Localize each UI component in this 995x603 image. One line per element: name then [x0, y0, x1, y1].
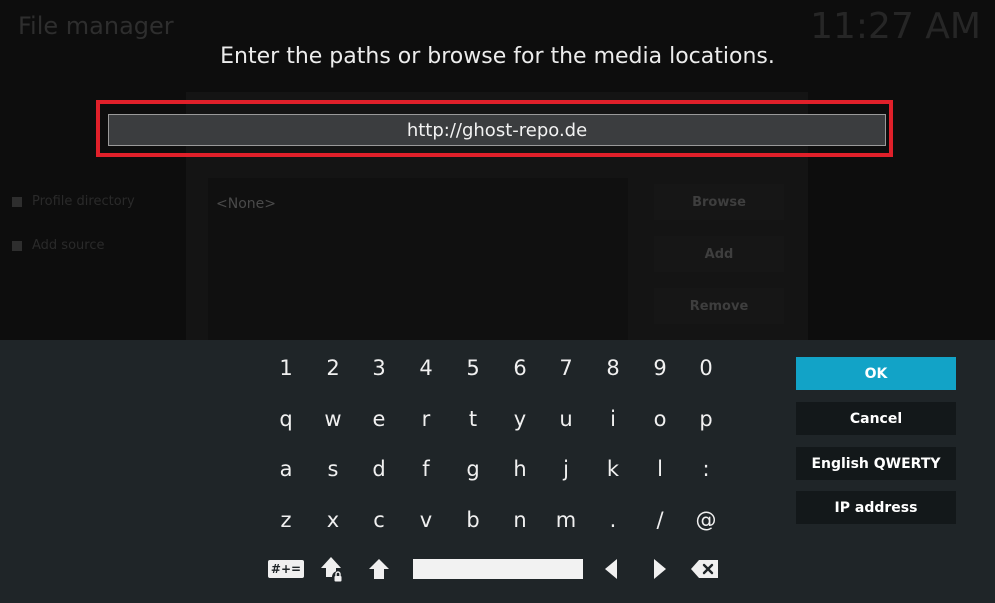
backspace-icon	[691, 560, 718, 578]
key-r1-c9[interactable]: p	[684, 399, 728, 439]
key-r0-c1[interactable]: 2	[311, 348, 355, 388]
key-r1-c5[interactable]: y	[498, 399, 542, 439]
cursor-right-key[interactable]	[640, 552, 680, 586]
key-r3-c4[interactable]: b	[451, 500, 495, 540]
key-r1-c3[interactable]: r	[404, 399, 448, 439]
right-arrow-icon	[654, 559, 666, 579]
caps-lock-icon	[321, 557, 344, 583]
key-r2-c2[interactable]: d	[357, 449, 401, 489]
key-r2-c9[interactable]: :	[684, 449, 728, 489]
key-r2-c0[interactable]: a	[264, 449, 308, 489]
key-r2-c3[interactable]: f	[404, 449, 448, 489]
key-r2-c6[interactable]: j	[544, 449, 588, 489]
key-r1-c8[interactable]: o	[638, 399, 682, 439]
key-r2-c1[interactable]: s	[311, 449, 355, 489]
key-r3-c5[interactable]: n	[498, 500, 542, 540]
key-r1-c4[interactable]: t	[451, 399, 495, 439]
key-r0-c4[interactable]: 5	[451, 348, 495, 388]
key-r2-c5[interactable]: h	[498, 449, 542, 489]
virtual-keyboard: 1 2 3 4 5 6 7 8 9 0 q w e r t y u i o p a s d f g h j k l: z x c v b n m. / @…	[0, 340, 995, 603]
key-r3-c2[interactable]: c	[357, 500, 401, 540]
sidebar-item-profile: Profile directory	[12, 194, 135, 209]
ok-button[interactable]: OK	[796, 357, 956, 390]
key-r0-c8[interactable]: 9	[638, 348, 682, 388]
caps-lock-key[interactable]	[313, 552, 353, 586]
key-r0-c2[interactable]: 3	[357, 348, 401, 388]
key-r3-c9[interactable]: @	[684, 500, 728, 540]
key-r1-c6[interactable]: u	[544, 399, 588, 439]
window-title: File manager	[18, 12, 174, 40]
folder-icon	[12, 240, 22, 251]
key-r1-c1[interactable]: w	[311, 399, 355, 439]
key-r0-c9[interactable]: 0	[684, 348, 728, 388]
key-r2-c4[interactable]: g	[451, 449, 495, 489]
shift-icon	[369, 559, 389, 579]
remove-button: Remove	[654, 288, 784, 324]
cancel-button[interactable]: Cancel	[796, 402, 956, 435]
key-r1-c7[interactable]: i	[591, 399, 635, 439]
key-r3-c3[interactable]: v	[404, 500, 448, 540]
key-r3-c8[interactable]: /	[638, 500, 682, 540]
key-r1-c2[interactable]: e	[357, 399, 401, 439]
key-r0-c3[interactable]: 4	[404, 348, 448, 388]
key-r2-c7[interactable]: k	[591, 449, 635, 489]
key-r1-c0[interactable]: q	[264, 399, 308, 439]
key-r3-c1[interactable]: x	[311, 500, 355, 540]
sidebar-item-add-source: Add source	[12, 238, 104, 253]
key-r0-c0[interactable]: 1	[264, 348, 308, 388]
key-r0-c6[interactable]: 7	[544, 348, 588, 388]
folder-icon	[12, 196, 22, 207]
symbols-key-label: #+=	[267, 560, 305, 578]
key-r2-c8[interactable]: l	[638, 449, 682, 489]
clock: 11:27 AM	[810, 6, 981, 47]
list-placeholder: <None>	[216, 196, 276, 212]
key-r0-c7[interactable]: 8	[591, 348, 635, 388]
key-r3-c0[interactable]: z	[264, 500, 308, 540]
symbols-key[interactable]: #+=	[266, 552, 306, 586]
key-r3-c7[interactable]: .	[591, 500, 635, 540]
path-input[interactable]	[108, 114, 886, 146]
cursor-left-key[interactable]	[591, 552, 631, 586]
dialog-heading: Enter the paths or browse for the media …	[220, 44, 775, 69]
left-arrow-icon	[605, 559, 617, 579]
browse-button: Browse	[654, 184, 784, 220]
add-button: Add	[654, 236, 784, 272]
space-bar[interactable]	[413, 559, 583, 579]
ip-address-button[interactable]: IP address	[796, 491, 956, 524]
key-r0-c5[interactable]: 6	[498, 348, 542, 388]
layout-button[interactable]: English QWERTY	[796, 447, 956, 480]
key-r3-c6[interactable]: m	[544, 500, 588, 540]
shift-key[interactable]	[359, 552, 399, 586]
backspace-key[interactable]	[685, 552, 725, 586]
